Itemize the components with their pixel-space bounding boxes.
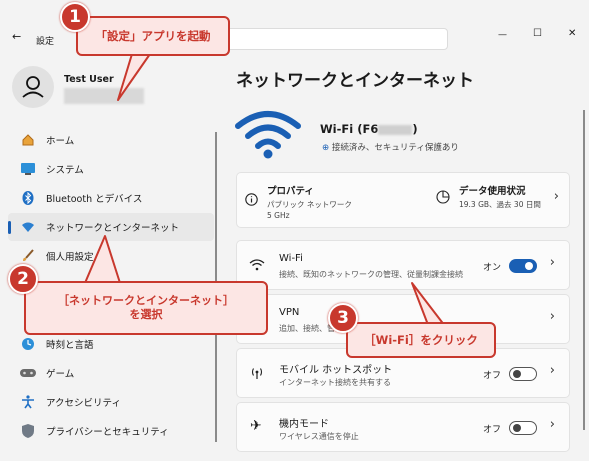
step2-badge: 2 — [8, 264, 38, 294]
step3-badge: 3 — [328, 303, 358, 333]
callout-step3-text: ［Wi-Fi］をクリック — [364, 332, 478, 347]
callout-step1-text: 「設定」アプリを起動 — [95, 28, 211, 43]
callout-step2: ［ネットワークとインターネット］ を選択 — [24, 281, 268, 335]
step1-badge: 1 — [60, 2, 90, 32]
callout-step2-line1: ［ネットワークとインターネット］ — [58, 293, 234, 307]
callout-step3: ［Wi-Fi］をクリック — [346, 322, 496, 358]
callout-pointers — [84, 53, 449, 331]
callout-step2-line2: を選択 — [129, 308, 163, 321]
callout-step1: 「設定」アプリを起動 — [76, 16, 230, 56]
